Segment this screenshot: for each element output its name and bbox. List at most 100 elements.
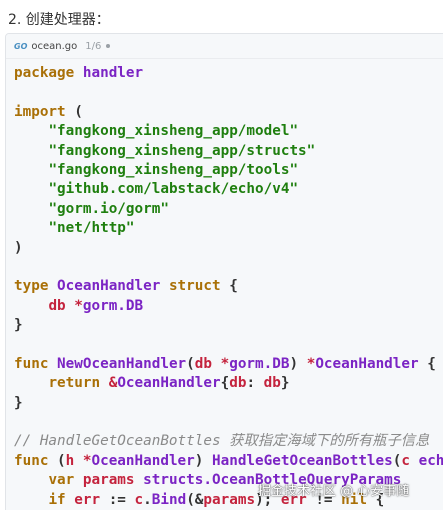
code-token: func: [14, 452, 49, 469]
code-token: db: [48, 297, 66, 314]
code-token: *: [74, 297, 83, 314]
code-token: import: [14, 103, 66, 120]
code-line: "net/http": [14, 219, 443, 238]
code-token: "net/http": [48, 220, 135, 237]
code-token: "fangkong_xinsheng_app/model": [48, 123, 299, 140]
code-token: type: [14, 278, 49, 295]
code-token: "github.com/labstack/echo/v4": [48, 181, 299, 198]
code-token: ): [194, 452, 212, 469]
code-line: "gorm.io/gorm": [14, 200, 443, 219]
code-token: params: [82, 472, 135, 489]
code-token: .: [143, 491, 152, 508]
status-dot-icon: [106, 44, 111, 48]
go-logo-icon: GO: [14, 41, 28, 51]
code-token: var: [48, 472, 75, 489]
code-token: func: [14, 355, 49, 372]
section-heading: 2. 创建处理器：: [8, 12, 110, 28]
code-line: "fangkong_xinsheng_app/model": [14, 122, 443, 141]
code-token: *: [220, 355, 230, 372]
code-line: // HandleGetOceanBottles 获取指定海域下的所有瓶子信息: [14, 432, 443, 451]
code-line: package handler: [14, 64, 443, 83]
code-token: {: [220, 375, 230, 392]
code-line: return &OceanHandler{db: db}: [14, 374, 443, 393]
code-token: ): [289, 355, 307, 372]
code-token: if: [48, 491, 66, 508]
code-token: err: [74, 491, 101, 508]
code-line: import (: [14, 103, 443, 122]
code-token: :: [246, 375, 264, 392]
code-token: (: [65, 103, 83, 120]
code-token: ): [14, 239, 23, 256]
code-line: ): [14, 239, 443, 258]
code-token: db: [263, 375, 281, 392]
code-line: func NewOceanHandler(db *gorm.DB) *Ocean…: [14, 355, 443, 374]
code-line: "fangkong_xinsheng_app/structs": [14, 142, 443, 161]
code-token: (: [48, 452, 66, 469]
code-token: OceanHandler: [91, 452, 195, 469]
file-counter: 1/6: [85, 40, 102, 52]
code-token: }: [280, 375, 290, 392]
code-token: "fangkong_xinsheng_app/structs": [48, 142, 316, 159]
code-token: :=: [100, 491, 135, 508]
code-line: "fangkong_xinsheng_app/tools": [14, 161, 443, 180]
code-token: db: [194, 355, 212, 372]
code-file-header: GO ocean.go 1/6: [6, 34, 443, 59]
code-content: package handler import ( "fangkong_xinsh…: [14, 64, 443, 510]
code-token: c: [401, 452, 410, 469]
code-token: params: [203, 491, 256, 508]
code-token: {: [418, 355, 436, 372]
code-token: }: [14, 317, 23, 334]
file-name[interactable]: ocean.go: [31, 41, 77, 52]
code-token: handler: [82, 65, 144, 81]
code-token: "fangkong_xinsheng_app/tools": [48, 161, 299, 178]
code-token: OceanHandler: [315, 355, 419, 372]
code-line: "github.com/labstack/echo/v4": [14, 180, 443, 199]
code-token: Bind: [151, 491, 187, 508]
code-line: }: [14, 316, 443, 335]
code-token: {: [220, 278, 238, 295]
code-token: gorm.DB: [229, 355, 290, 372]
code-token: HandleGetOceanBottles: [212, 452, 393, 469]
code-token: echo.Context: [418, 452, 443, 469]
page: 2. 创建处理器： GO ocean.go 1/6 package handle…: [0, 0, 443, 510]
code-token: // HandleGetOceanBottles 获取指定海域下的所有瓶子信息: [14, 433, 430, 450]
code-token: gorm.DB: [82, 297, 144, 314]
code-token: package: [14, 65, 75, 81]
code-line: }: [14, 394, 443, 413]
code-token: (: [186, 355, 195, 372]
code-line: type OceanHandler struct {: [14, 277, 443, 296]
code-line: func (h *OceanHandler) HandleGetOceanBot…: [14, 452, 443, 471]
code-token: }: [14, 394, 23, 411]
code-token: OceanHandler: [117, 375, 221, 392]
code-token: OceanHandler: [57, 278, 161, 295]
code-token: db: [229, 375, 247, 392]
code-token: (&: [186, 491, 204, 508]
code-token: "gorm.io/gorm": [48, 200, 169, 217]
watermark-text: 掘金技术社区 @ 心安事随: [258, 484, 410, 499]
